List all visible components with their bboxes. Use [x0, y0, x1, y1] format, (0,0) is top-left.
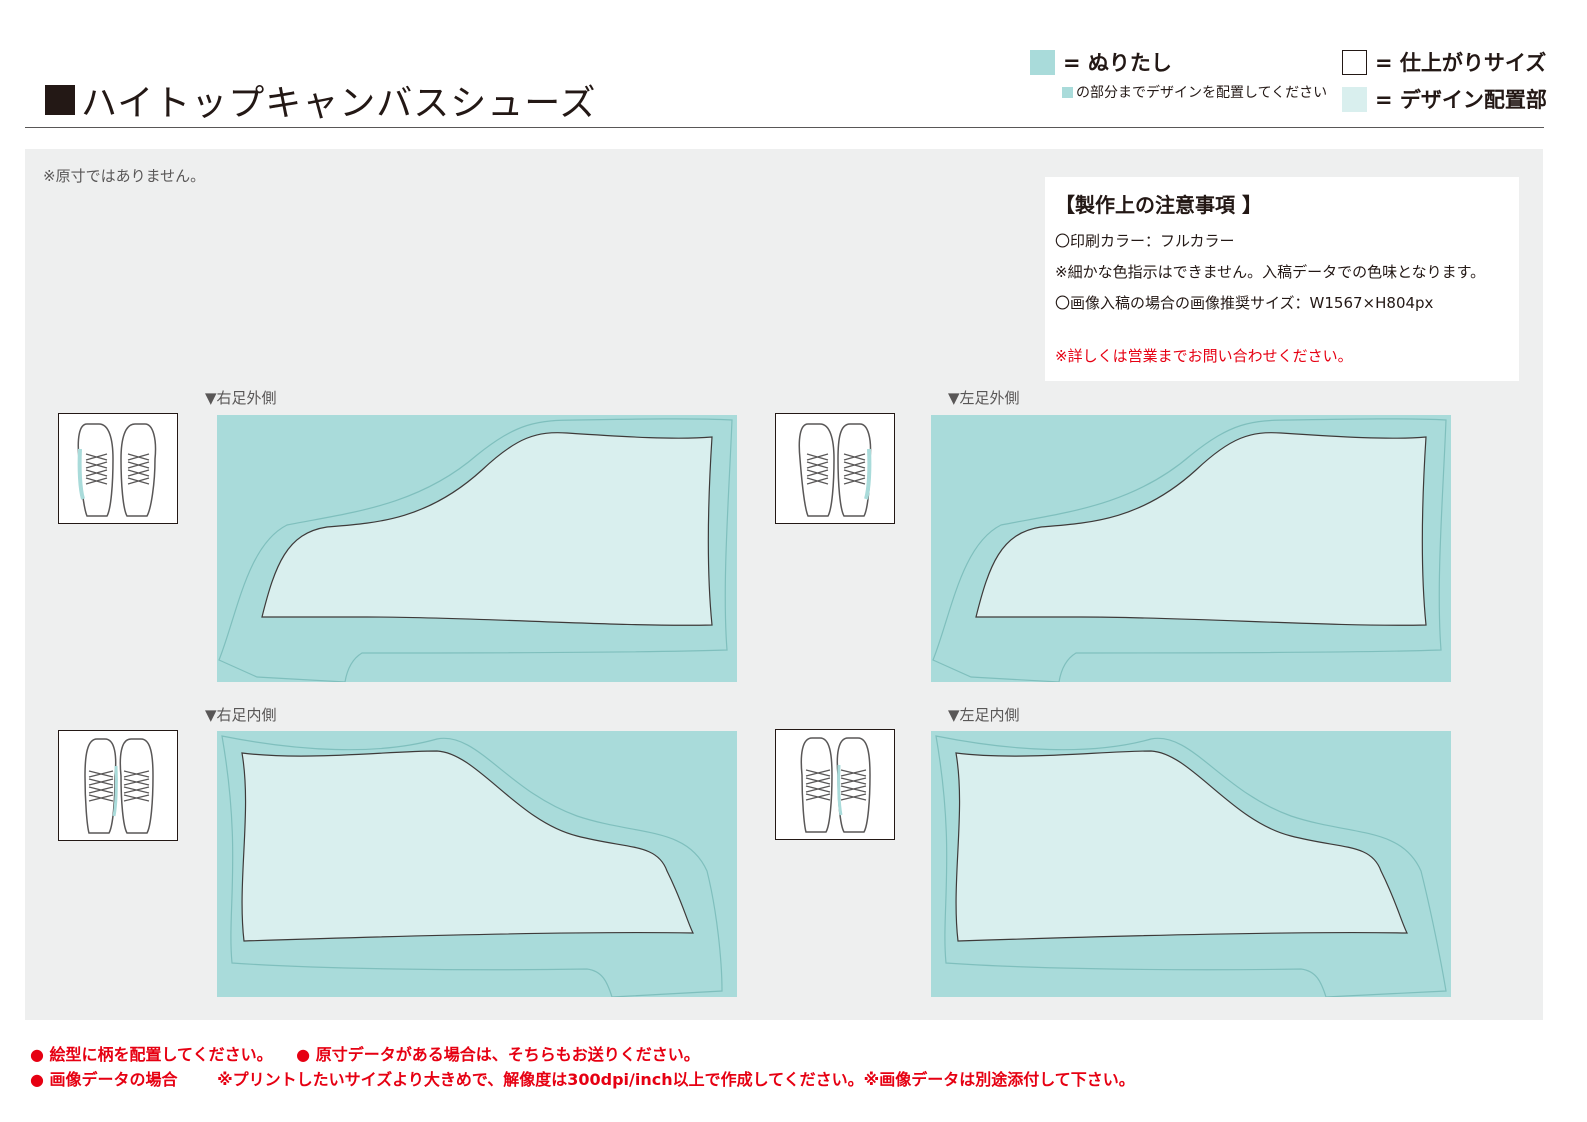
label-left-outer: ▼左足外側 — [948, 389, 1020, 407]
legend-finish-label: = 仕上がりサイズ — [1375, 51, 1547, 75]
shoes-top-view-icon — [800, 737, 871, 833]
page-title-text: ハイトップキャンバスシューズ — [81, 83, 597, 124]
footer-resolution-note: ※プリントしたいサイズより大きめで、解像度は300dpi/inch以上で作成して… — [217, 1070, 1135, 1089]
shoes-top-view-icon — [798, 423, 872, 517]
scale-note: ※原寸ではありません。 — [43, 167, 206, 185]
finish-swatch-icon — [1342, 49, 1367, 75]
notes-line-color-warning: ※細かな色指示はできません。入稿データでの色味となります。 — [1055, 263, 1486, 281]
label-right-inner: ▼右足内側 — [205, 706, 277, 724]
legend-bleed-label: = ぬりたし — [1063, 51, 1172, 75]
title-square-icon — [45, 85, 75, 115]
pattern-right-outer — [217, 415, 737, 682]
label-right-outer: ▼右足外側 — [205, 389, 277, 407]
bleed-swatch-icon — [1030, 49, 1055, 75]
production-notes: 【製作上の注意事項 】 〇印刷カラー：フルカラー ※細かな色指示はできません。入… — [1045, 177, 1519, 381]
legend-design-label: = デザイン配置部 — [1375, 88, 1547, 112]
mini-bleed-swatch-icon — [1062, 86, 1073, 98]
legend-bleed-note: の部分までデザインを配置してください — [1062, 82, 1327, 102]
thumb-left-inner — [775, 729, 895, 840]
thumb-left-outer — [775, 413, 895, 524]
page-title: ハイトップキャンバスシューズ — [45, 74, 596, 126]
notes-contact: ※詳しくは営業までお問い合わせください。 — [1055, 347, 1353, 365]
notes-line-image-size: 〇画像入稿の場合の画像推奨サイズ：W1567×H804px — [1055, 294, 1434, 312]
legend-bleed-note-text: の部分までデザインを配置してください — [1076, 85, 1328, 101]
notes-title: 【製作上の注意事項 】 — [1055, 193, 1262, 217]
notes-line-print-color: 〇印刷カラー：フルカラー — [1055, 232, 1235, 250]
header-divider — [25, 127, 1544, 128]
thumb-right-inner — [58, 730, 178, 841]
footer-line-2: ● 画像データの場合 ※プリントしたいサイズより大きめで、解像度は300dpi/… — [30, 1066, 1153, 1090]
legend-bleed: = ぬりたし — [1030, 47, 1172, 77]
label-left-inner: ▼左足内側 — [948, 706, 1020, 724]
legend-design: = デザイン配置部 — [1342, 84, 1547, 114]
shoes-top-view-icon — [84, 738, 154, 834]
pattern-left-inner — [931, 731, 1451, 997]
design-swatch-icon — [1342, 86, 1367, 112]
legend-finish: = 仕上がりサイズ — [1342, 47, 1546, 77]
footer-place-design: ● 絵型に柄を配置してください。 — [30, 1045, 273, 1064]
thumb-right-outer — [58, 413, 178, 524]
pattern-right-inner — [217, 731, 737, 997]
pattern-left-outer — [931, 415, 1451, 682]
footer-image-data: ● 画像データの場合 — [30, 1070, 178, 1089]
shoes-top-view-icon — [77, 423, 157, 517]
footer-line-1: ● 絵型に柄を配置してください。 ● 原寸データがある場合は、そちらもお送りくだ… — [30, 1041, 718, 1065]
footer-original-data: ● 原寸データがある場合は、そちらもお送りください。 — [296, 1045, 700, 1064]
